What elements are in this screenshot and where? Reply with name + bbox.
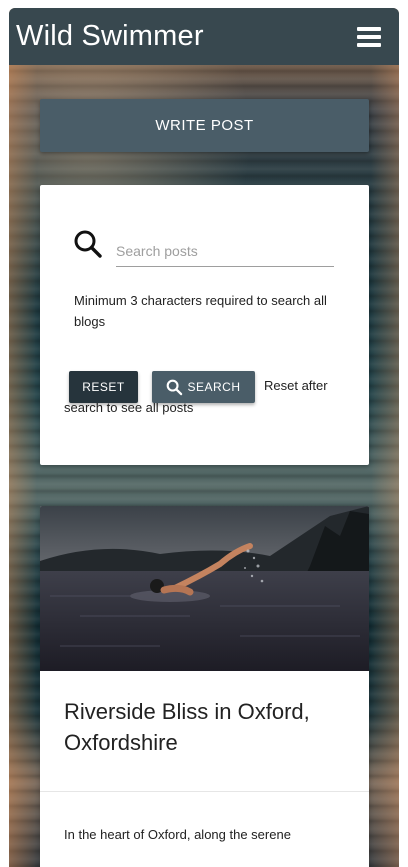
wild-swimmer-photo[interactable] [40, 506, 369, 671]
hamburger-line [357, 26, 381, 31]
search-icon [74, 230, 102, 258]
search-button-label: SEARCH [187, 380, 241, 394]
post-excerpt: In the heart of Oxford, along the serene [64, 827, 291, 842]
post-card[interactable]: Riverside Bliss in Oxford, Oxfordshire I… [40, 506, 369, 867]
app-frame: Wild Swimmer WRITE POST Minimum 3 charac… [9, 8, 399, 867]
post-divider [40, 791, 369, 792]
search-card: Minimum 3 characters required to search … [40, 185, 369, 465]
post-title[interactable]: Riverside Bliss in Oxford, Oxfordshire [64, 696, 354, 758]
navbar: Wild Swimmer [9, 8, 399, 65]
hamburger-line [357, 34, 381, 39]
hamburger-menu-icon[interactable] [357, 26, 381, 47]
search-button[interactable]: SEARCH [152, 371, 255, 403]
search-icon [167, 379, 183, 395]
search-input[interactable] [116, 235, 334, 267]
search-hint: Minimum 3 characters required to search … [74, 293, 327, 329]
hamburger-line [357, 42, 381, 47]
write-post-button[interactable]: WRITE POST [40, 99, 369, 152]
reset-button[interactable]: RESET [69, 371, 138, 403]
brand-logo[interactable]: Wild Swimmer [16, 20, 204, 53]
